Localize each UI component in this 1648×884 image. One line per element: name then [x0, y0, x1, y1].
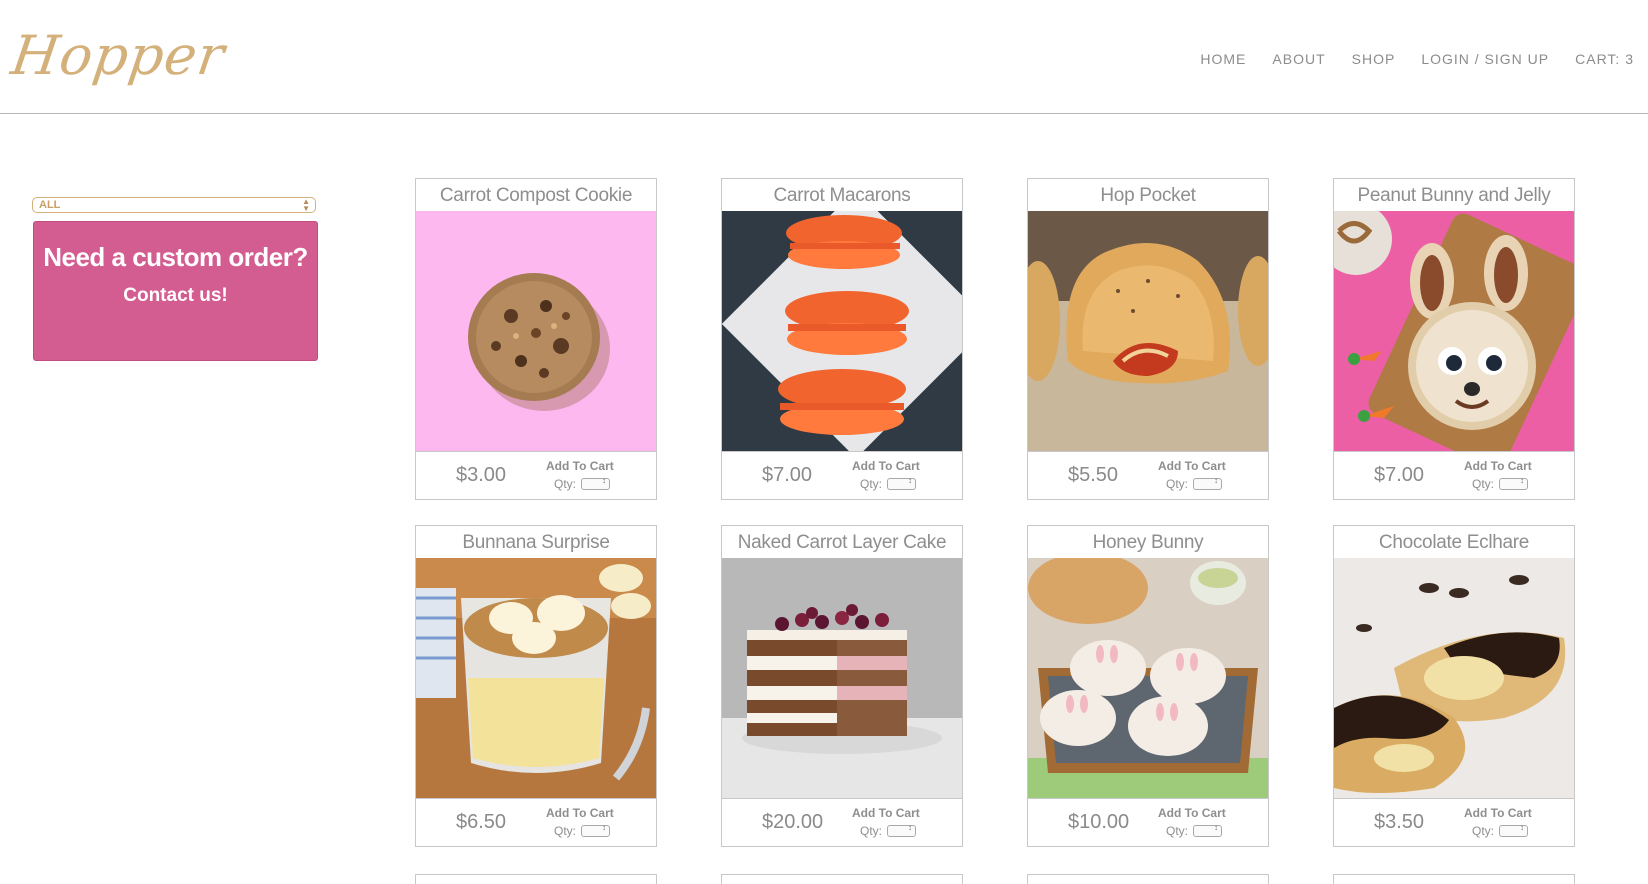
product-card-partial — [1027, 874, 1269, 884]
add-to-cart-button[interactable]: Add To Cart — [1464, 806, 1532, 820]
qty-stepper[interactable] — [581, 476, 610, 490]
product-footer: $10.00 Add To Cart Qty: — [1028, 798, 1268, 847]
product-card-partial — [415, 874, 657, 884]
product-card: Honey Bunny $10.00 Add To Cart Qty: ↕ — [1027, 525, 1269, 847]
cookie-image[interactable] — [416, 211, 656, 451]
product-card: Hop Pocket $5.50 Add To Cart Qty: — [1027, 178, 1269, 500]
product-price: $10.00 — [1068, 811, 1130, 833]
qty-stepper[interactable] — [1499, 476, 1528, 490]
qty-label: Qty: — [1166, 824, 1189, 838]
product-price: $5.50 — [1068, 464, 1119, 486]
site-header: Hopper HOME ABOUT SHOP LOGIN / SIGN UP C… — [0, 0, 1648, 114]
product-card: Chocolate Eclhare $3.50 Add To Cart Qty: — [1333, 525, 1575, 847]
product-card: Carrot Compost Cookie $3.00 Add To Cart … — [415, 178, 657, 500]
category-filter-select[interactable]: ALL ▲ ▼ — [32, 197, 316, 213]
add-to-cart-button[interactable]: Add To Cart — [852, 806, 920, 820]
select-arrows-icon: ▲ ▼ — [302, 197, 310, 213]
product-card: Carrot Macarons $7.00 Add To Cart Qty: — [721, 178, 963, 500]
bunny-buns-image[interactable] — [1028, 558, 1268, 798]
product-title[interactable]: Carrot Macarons — [722, 179, 962, 212]
contact-us-link[interactable]: Contact us! — [34, 285, 317, 307]
add-to-cart-button[interactable]: Add To Cart — [1158, 806, 1226, 820]
product-price: $7.00 — [1374, 464, 1425, 486]
product-footer: $3.00 Add To Cart Qty: — [416, 451, 656, 500]
product-footer: $7.00 Add To Cart Qty: — [722, 451, 962, 500]
nav-about-link[interactable]: ABOUT — [1272, 51, 1325, 67]
product-card-partial — [721, 874, 963, 884]
qty-label: Qty: — [1166, 477, 1189, 491]
qty-stepper[interactable] — [887, 823, 916, 837]
nav-home-link[interactable]: HOME — [1200, 51, 1246, 67]
qty-label: Qty: — [860, 477, 883, 491]
add-to-cart-button[interactable]: Add To Cart — [1158, 459, 1226, 473]
product-title[interactable]: Carrot Compost Cookie — [416, 179, 656, 212]
add-to-cart-button[interactable]: Add To Cart — [852, 459, 920, 473]
logo-text: Hopper — [7, 24, 229, 87]
product-title[interactable]: Peanut Bunny and Jelly — [1334, 179, 1574, 212]
product-footer: $5.50 Add To Cart Qty: — [1028, 451, 1268, 500]
qty-label: Qty: — [554, 477, 577, 491]
add-to-cart-button[interactable]: Add To Cart — [546, 806, 614, 820]
eclair-image[interactable] — [1334, 558, 1574, 798]
qty-label: Qty: — [1472, 824, 1495, 838]
product-price: $3.00 — [456, 464, 507, 486]
product-card: Bunnana Surprise $6.50 Add To Cart Qty: … — [415, 525, 657, 847]
product-card-partial — [1333, 874, 1575, 884]
product-price: $3.50 — [1374, 811, 1425, 833]
product-price: $7.00 — [762, 464, 813, 486]
product-title[interactable]: Hop Pocket — [1028, 179, 1268, 212]
product-card: Naked Carrot Layer Cake $20.00 Add To Ca… — [721, 525, 963, 847]
product-footer: $3.50 Add To Cart Qty: — [1334, 798, 1574, 847]
main-nav: HOME ABOUT SHOP LOGIN / SIGN UP CART: 3 — [1200, 51, 1634, 67]
hopper-logo[interactable]: Hopper — [8, 22, 229, 94]
product-price: $6.50 — [456, 811, 507, 833]
custom-order-banner: Need a custom order? Contact us! — [33, 221, 318, 361]
qty-label: Qty: — [1472, 477, 1495, 491]
product-title[interactable]: Bunnana Surprise — [416, 526, 656, 559]
qty-label: Qty: — [860, 824, 883, 838]
product-footer: $7.00 Add To Cart Qty: — [1334, 451, 1574, 500]
product-title[interactable]: Chocolate Eclhare — [1334, 526, 1574, 559]
product-footer: $6.50 Add To Cart Qty: — [416, 798, 656, 847]
add-to-cart-button[interactable]: Add To Cart — [546, 459, 614, 473]
product-footer: $20.00 Add To Cart Qty: — [722, 798, 962, 847]
qty-stepper[interactable] — [887, 476, 916, 490]
layer-cake-image[interactable] — [722, 558, 962, 798]
custom-order-title: Need a custom order? — [43, 242, 308, 272]
add-to-cart-button[interactable]: Add To Cart — [1464, 459, 1532, 473]
nav-cart-link[interactable]: CART: 3 — [1575, 51, 1634, 67]
product-price: $20.00 — [762, 811, 824, 833]
product-card: Peanut Bunny and Jelly $7.00 Add To Cart… — [1333, 178, 1575, 500]
product-title[interactable]: Honey Bunny — [1028, 526, 1268, 559]
qty-stepper[interactable] — [1193, 823, 1222, 837]
qty-stepper[interactable] — [1499, 823, 1528, 837]
pastry-pocket-image[interactable] — [1028, 211, 1268, 451]
nav-shop-link[interactable]: SHOP — [1352, 51, 1396, 67]
qty-stepper[interactable] — [1193, 476, 1222, 490]
qty-label: Qty: — [554, 824, 577, 838]
banana-pudding-image[interactable] — [416, 558, 656, 798]
filter-selected-value: ALL — [39, 199, 61, 211]
nav-login-link[interactable]: LOGIN / SIGN UP — [1421, 51, 1549, 67]
bunny-sandwich-image[interactable] — [1334, 211, 1574, 451]
macarons-image[interactable] — [722, 211, 962, 451]
product-title[interactable]: Naked Carrot Layer Cake — [722, 526, 962, 559]
qty-stepper[interactable] — [581, 823, 610, 837]
